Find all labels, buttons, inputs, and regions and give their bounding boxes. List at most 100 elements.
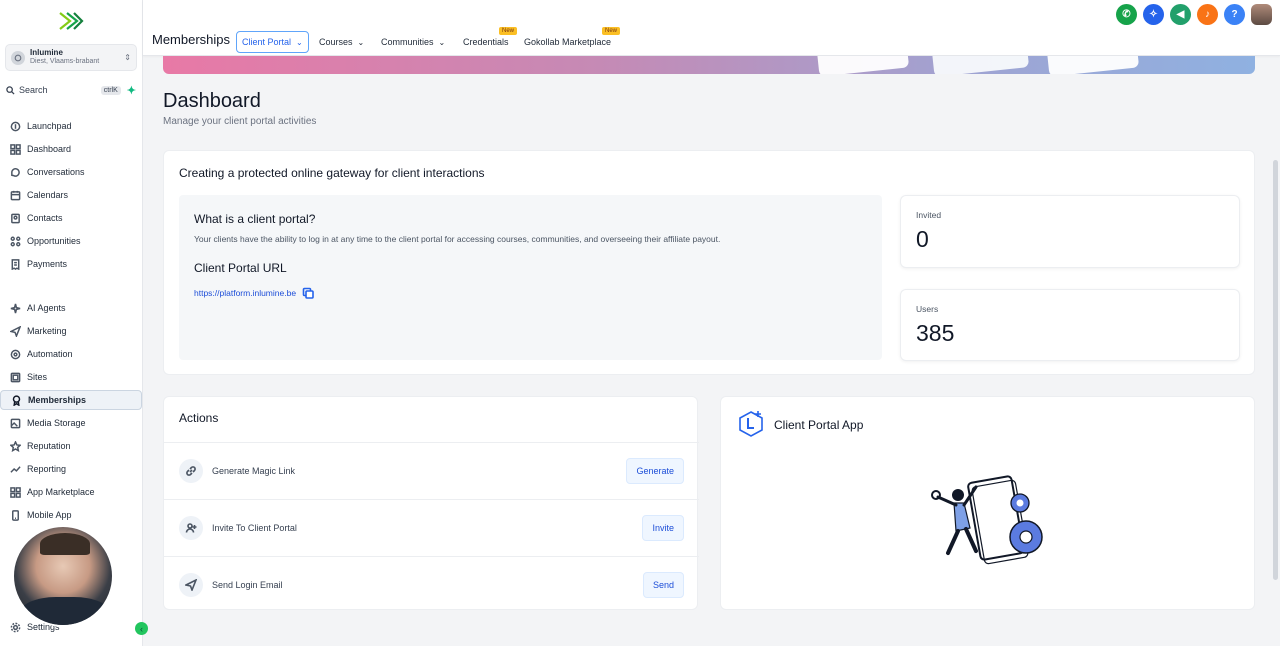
sidebar-item-ai-agents[interactable]: AI Agents [0, 298, 142, 318]
generate-button[interactable]: Generate [626, 458, 684, 484]
user-avatar[interactable] [1251, 4, 1272, 25]
sidebar-item-label: Calendars [27, 190, 69, 200]
top-bar: Memberships Client Portal ⌄ Courses ⌄ Comm… [143, 0, 1280, 56]
send-icon [179, 573, 203, 597]
search-bar[interactable]: Search ctrlK ✦ [6, 82, 136, 98]
sidebar-item-launchpad[interactable]: Launchpad [0, 116, 142, 136]
quick-add-icon[interactable]: ✦ [127, 84, 136, 97]
action-row-login-email: Send Login Email Send [164, 556, 699, 613]
sidebar-item-calendars[interactable]: Calendars [0, 185, 142, 205]
sidebar-item-media-storage[interactable]: Media Storage [0, 413, 142, 433]
client-portal-app-title: Client Portal App [774, 418, 864, 432]
sidebar-item-opportunities[interactable]: Opportunities [0, 231, 142, 251]
sidebar-item-memberships[interactable]: Memberships [0, 390, 142, 410]
users-stat-card: Users 385 [900, 289, 1240, 361]
sidebar-item-sites[interactable]: Sites [0, 367, 142, 387]
sidebar-item-label: Opportunities [27, 236, 81, 246]
promo-banner[interactable] [163, 56, 1255, 74]
sidebar-item-conversations[interactable]: Conversations [0, 162, 142, 182]
calendar-icon [10, 190, 21, 200]
sidebar-item-dashboard[interactable]: Dashboard [0, 139, 142, 159]
sidebar-item-automation[interactable]: Automation [0, 344, 142, 364]
help-icon[interactable]: ? [1224, 4, 1245, 25]
sidebar-item-label: Reporting [27, 464, 67, 474]
account-switcher[interactable]: Inlumine Diest, Vlaams-brabant ⇕ [5, 44, 137, 71]
sidebar-item-label: Automation [27, 349, 73, 359]
portal-url-link[interactable]: https://platform.inlumine.be [194, 288, 296, 298]
actions-panel: Actions Generate Magic Link Generate Inv… [163, 396, 699, 613]
sidebar-item-label: Sites [27, 372, 48, 382]
sidebar-item-mobile-app[interactable]: Mobile App [0, 505, 142, 525]
sidebar-item-label: Marketing [27, 326, 67, 336]
sidebar-item-label: Launchpad [27, 121, 72, 131]
collapse-sidebar-icon[interactable]: ‹ [135, 622, 148, 635]
gateway-title: Creating a protected online gateway for … [179, 166, 485, 180]
invited-stat-card: Invited 0 [900, 195, 1240, 268]
sidebar-item-reputation[interactable]: Reputation [0, 436, 142, 456]
user-plus-icon [179, 516, 203, 540]
chevron-down-icon: ⌄ [438, 37, 446, 47]
sparkle-icon [10, 303, 21, 313]
chevron-down-icon: ⌄ [296, 37, 303, 47]
sidebar-item-label: Reputation [27, 441, 71, 451]
client-portal-app-icon [739, 411, 763, 437]
search-shortcut: ctrlK [100, 85, 121, 95]
search-label: Search [19, 85, 48, 95]
sidebar-item-app-marketplace[interactable]: App Marketplace [0, 482, 142, 502]
star-icon [10, 440, 21, 452]
sidebar-item-marketing[interactable]: Marketing [0, 321, 142, 341]
sidebar-item-contacts[interactable]: Contacts [0, 208, 142, 228]
chat-icon [11, 167, 20, 177]
tab-gokollab-marketplace[interactable]: Gokollab Marketplace [524, 31, 611, 53]
copy-icon[interactable] [302, 287, 314, 299]
chevron-updown-icon: ⇕ [124, 53, 131, 62]
actions-title: Actions [179, 411, 219, 425]
sidebar-item-payments[interactable]: Payments [0, 254, 142, 274]
webcam-overlay [12, 525, 114, 627]
sidebar-item-reporting[interactable]: Reporting [0, 459, 142, 479]
send-button[interactable]: Send [642, 572, 684, 598]
page-subtitle: Manage your client portal activities [163, 116, 317, 127]
logo-icon[interactable] [58, 10, 84, 32]
globe-icon [10, 372, 21, 382]
receipt-icon [11, 258, 20, 270]
building-icon [11, 50, 25, 65]
invited-label: Invited [916, 210, 942, 220]
image-icon [10, 418, 21, 428]
sidebar-item-label: AI Agents [27, 303, 66, 313]
client-portal-app-panel: Client Portal App [720, 396, 1255, 610]
sidebar: Inlumine Diest, Vlaams-brabant ⇕ Search … [0, 0, 148, 646]
sidebar-item-label: Mobile App [27, 510, 72, 520]
link-icon [179, 459, 203, 483]
tab-communities[interactable]: Communities ⌄ [381, 31, 445, 53]
new-badge: New [499, 27, 518, 35]
phone-icon[interactable]: ✆ [1116, 4, 1137, 25]
invite-button[interactable]: Invite [642, 515, 684, 541]
portal-question: What is a client portal? [194, 212, 316, 226]
invited-value: 0 [916, 226, 929, 252]
nodes-icon [10, 236, 21, 246]
account-name: Inlumine [30, 48, 63, 58]
sidebar-item-label: Contacts [27, 213, 63, 223]
bell-icon[interactable]: ♪ [1197, 4, 1218, 25]
sidebar-item-label: App Marketplace [27, 487, 95, 497]
users-value: 385 [916, 320, 955, 346]
magic-wand-icon[interactable]: ✧ [1143, 4, 1164, 25]
section-title: Memberships [152, 32, 231, 47]
phone-icon [12, 509, 19, 521]
megaphone-icon[interactable]: ◀ [1170, 4, 1191, 25]
portal-url-heading: Client Portal URL [194, 261, 287, 275]
users-label: Users [916, 304, 939, 314]
award-icon [12, 394, 21, 406]
scrollbar[interactable] [1273, 160, 1278, 580]
contact-icon [11, 213, 20, 223]
apps-icon [10, 486, 21, 498]
action-row-magic-link: Generate Magic Link Generate [164, 442, 699, 499]
portal-description: Your clients have the ability to log in … [194, 234, 721, 244]
chevron-down-icon: ⌄ [357, 37, 365, 47]
tab-client-portal[interactable]: Client Portal ⌄ [236, 31, 309, 53]
tab-courses[interactable]: Courses ⌄ [319, 31, 364, 53]
grid-icon [10, 143, 21, 155]
sidebar-item-label: Conversations [27, 167, 85, 177]
page-title: Dashboard [163, 90, 261, 112]
